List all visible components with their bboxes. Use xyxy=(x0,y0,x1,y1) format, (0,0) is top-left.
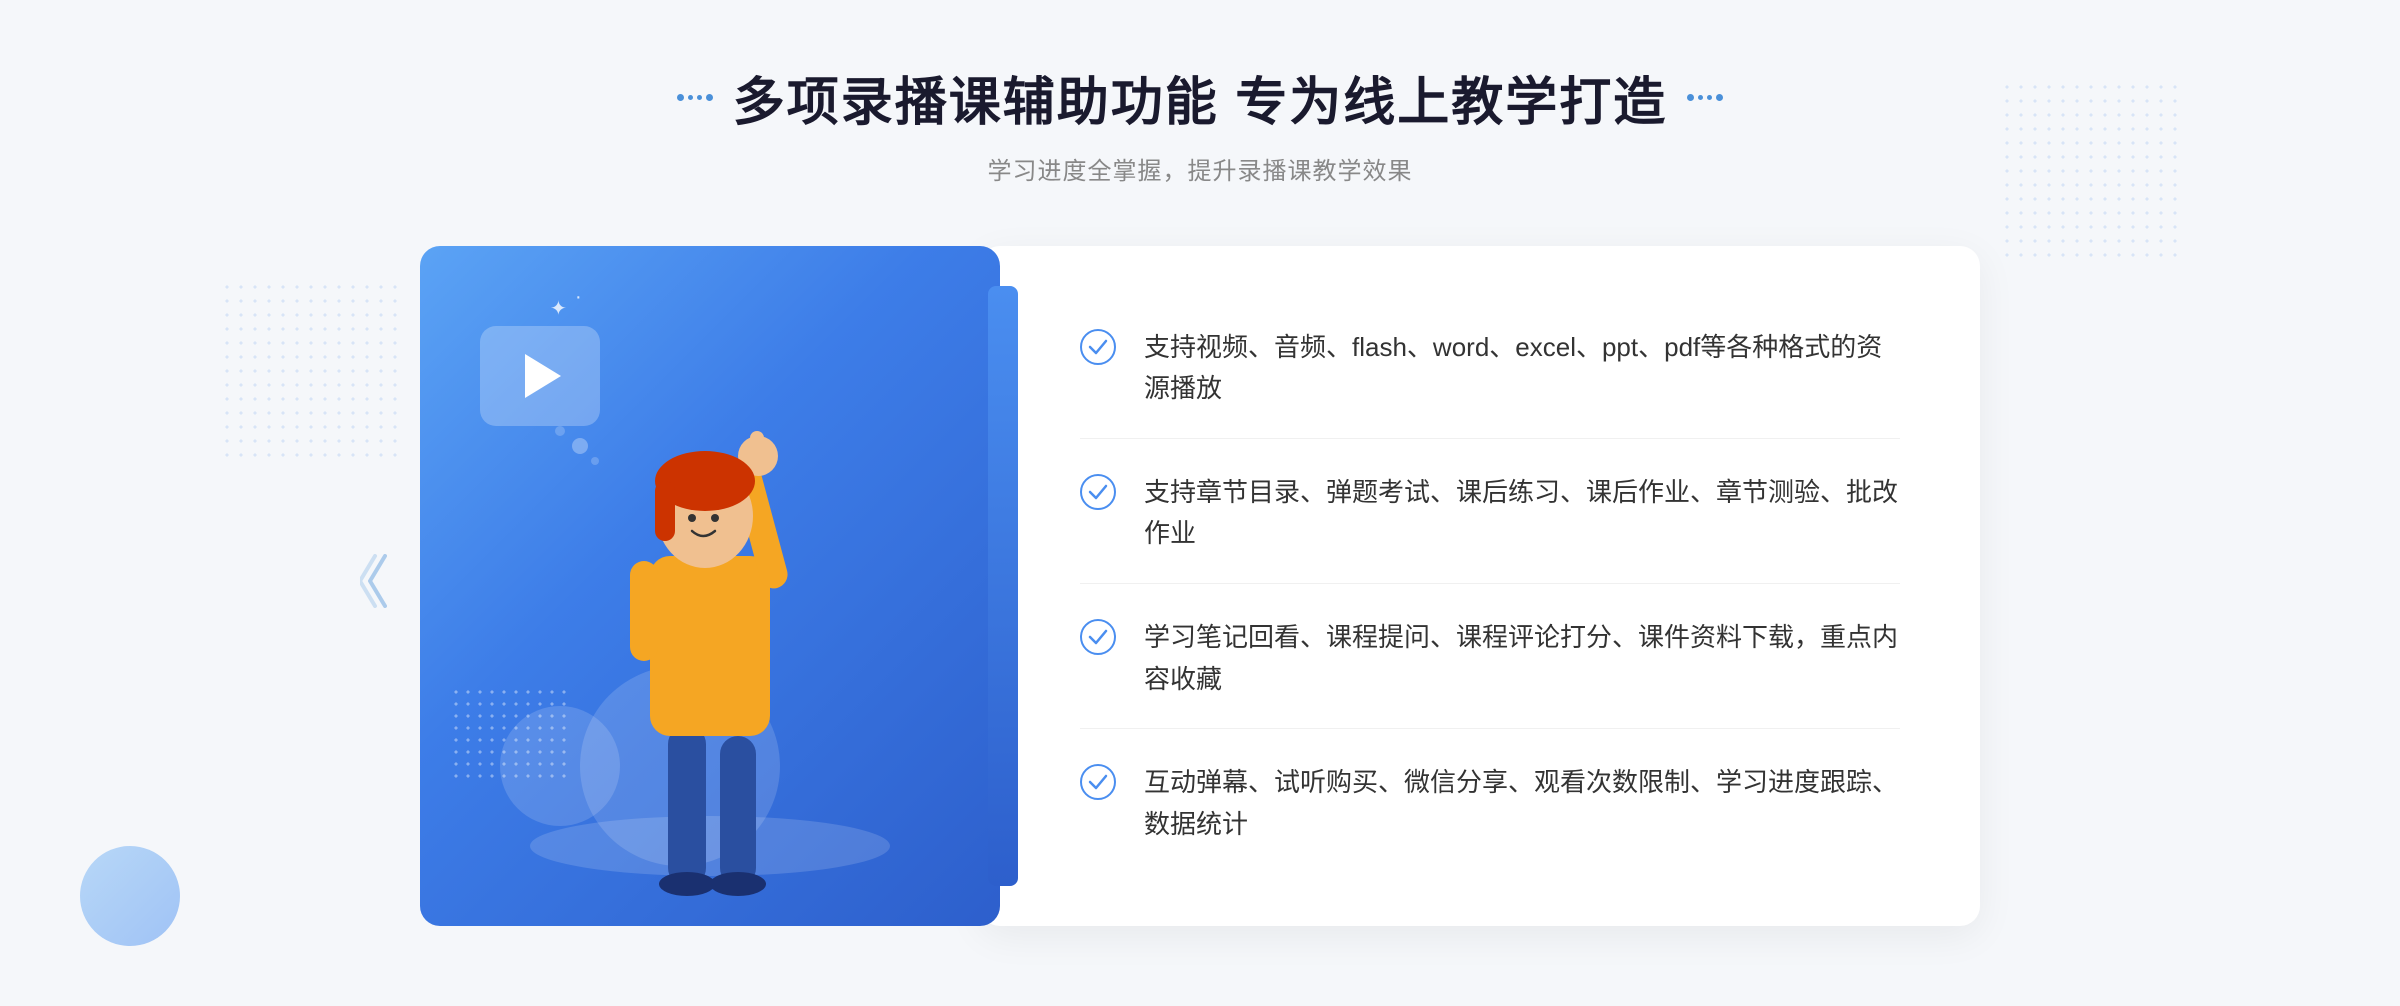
illustration-panel: ✦ · xyxy=(420,246,1000,926)
check-icon-4 xyxy=(1080,764,1116,800)
feature-text-4: 互动弹幕、试听购买、微信分享、观看次数限制、学习进度跟踪、数据统计 xyxy=(1144,762,1900,845)
feature-text-2: 支持章节目录、弹题考试、课后练习、课后作业、章节测验、批改作业 xyxy=(1144,472,1900,555)
title-row: 多项录播课辅助功能 专为线上教学打造 xyxy=(677,60,1723,135)
feature-item-2: 支持章节目录、弹题考试、课后练习、课后作业、章节测验、批改作业 xyxy=(1080,444,1900,584)
feature-text-3: 学习笔记回看、课程提问、课程评论打分、课件资料下载，重点内容收藏 xyxy=(1144,617,1900,700)
title-dots-left xyxy=(677,94,713,101)
title-dots-right xyxy=(1687,94,1723,101)
accent-bar xyxy=(988,286,1018,886)
feature-text-1: 支持视频、音频、flash、word、excel、ppt、pdf等各种格式的资源… xyxy=(1144,327,1900,410)
check-icon-3 xyxy=(1080,619,1116,655)
dot-pattern-left xyxy=(220,280,400,460)
feature-item-4: 互动弹幕、试听购买、微信分享、观看次数限制、学习进度跟踪、数据统计 xyxy=(1080,734,1900,873)
chevrons-left-decoration xyxy=(360,551,400,621)
content-area: ✦ · xyxy=(420,246,1980,926)
feature-item-1: 支持视频、音频、flash、word、excel、ppt、pdf等各种格式的资源… xyxy=(1080,299,1900,439)
features-panel: 支持视频、音频、flash、word、excel、ppt、pdf等各种格式的资源… xyxy=(980,246,1980,926)
main-title: 多项录播课辅助功能 专为线上教学打造 xyxy=(733,60,1667,135)
page-wrapper: 多项录播课辅助功能 专为线上教学打造 学习进度全掌握，提升录播课教学效果 xyxy=(0,0,2400,1006)
subtitle: 学习进度全掌握，提升录播课教学效果 xyxy=(677,151,1723,186)
check-icon-1 xyxy=(1080,329,1116,365)
person-illustration xyxy=(420,246,1000,926)
header-section: 多项录播课辅助功能 专为线上教学打造 学习进度全掌握，提升录播课教学效果 xyxy=(677,60,1723,186)
feature-item-3: 学习笔记回看、课程提问、课程评论打分、课件资料下载，重点内容收藏 xyxy=(1080,589,1900,729)
dot-pattern-right xyxy=(2000,80,2180,260)
check-icon-2 xyxy=(1080,474,1116,510)
deco-circle-bottom-left xyxy=(80,846,180,946)
